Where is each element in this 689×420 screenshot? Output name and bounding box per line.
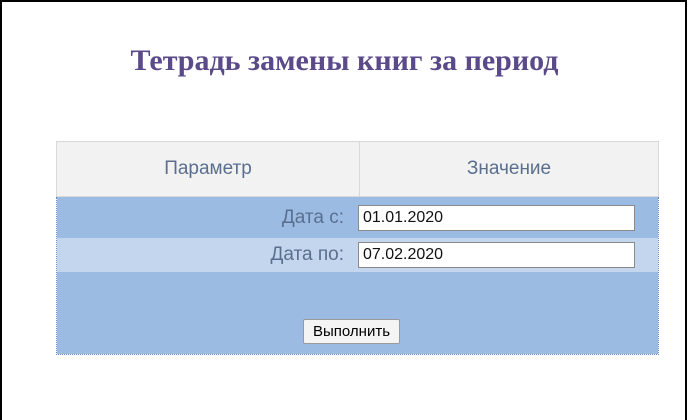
submit-row: Выполнить	[57, 272, 658, 354]
table-row: Дата с:	[57, 197, 658, 238]
date-from-label: Дата с:	[281, 206, 344, 228]
date-to-input[interactable]	[358, 242, 635, 268]
table-header: Параметр Значение	[56, 141, 659, 197]
table-row: Дата по:	[57, 238, 658, 272]
date-from-input[interactable]	[358, 204, 635, 231]
table-body: Дата с: Дата по: Выполнить	[56, 197, 659, 355]
date-to-label: Дата по:	[270, 244, 345, 265]
page-title: Тетрадь замены книг за период	[130, 44, 559, 77]
header-parameter: Параметр	[57, 142, 360, 196]
header-value: Значение	[466, 158, 552, 179]
parameters-table: Параметр Значение Дата с: Дата по: Выпол…	[56, 141, 659, 355]
execute-button[interactable]: Выполнить	[302, 319, 401, 344]
